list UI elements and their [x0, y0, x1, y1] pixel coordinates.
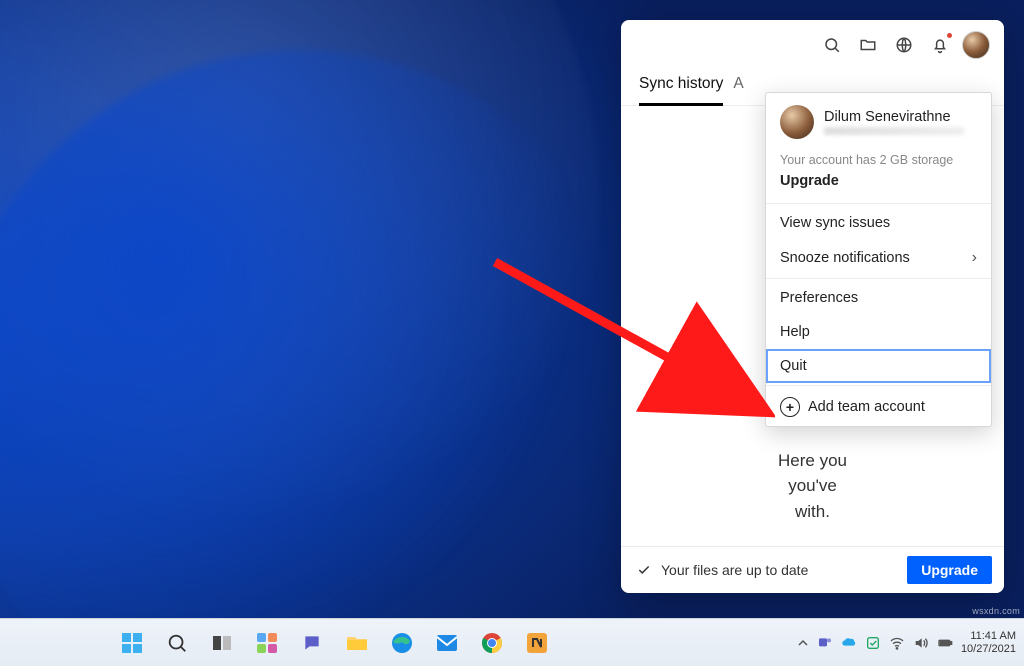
menu-divider — [766, 203, 991, 204]
menu-view-sync-issues[interactable]: View sync issues — [766, 206, 991, 240]
security-tray-icon[interactable] — [865, 635, 881, 651]
globe-icon[interactable] — [888, 29, 920, 61]
widgets-button[interactable] — [245, 623, 289, 663]
menu-item-label: Snooze notifications — [780, 250, 910, 266]
panel-header — [621, 20, 1004, 69]
notification-dot — [947, 33, 952, 38]
plus-circle-icon: + — [780, 397, 800, 417]
bell-icon[interactable] — [924, 29, 956, 61]
battery-icon[interactable] — [937, 635, 953, 651]
body-text-3: with. — [795, 502, 830, 521]
account-menu: Dilum Senevirathne Your account has 2 GB… — [765, 92, 992, 427]
upgrade-link[interactable]: Upgrade — [766, 169, 991, 201]
clock-time: 11:41 AM — [961, 630, 1016, 643]
body-text-1: Here you — [778, 451, 847, 470]
chrome-button[interactable] — [470, 623, 514, 663]
taskbar-search-button[interactable] — [155, 623, 199, 663]
edge-button[interactable] — [380, 623, 424, 663]
chat-button[interactable] — [290, 623, 334, 663]
avatar — [780, 105, 814, 139]
chevron-right-icon: › — [972, 249, 977, 267]
wifi-icon[interactable] — [889, 635, 905, 651]
menu-divider — [766, 385, 991, 386]
sync-status-text: Your files are up to date — [661, 562, 808, 578]
account-avatar-button[interactable] — [960, 29, 992, 61]
menu-help[interactable]: Help — [766, 315, 991, 349]
tray-chevron-up-icon[interactable] — [797, 637, 809, 649]
body-text-2: you've — [788, 476, 837, 495]
menu-item-label: Add team account — [808, 399, 925, 415]
taskbar-app-button[interactable] — [515, 623, 559, 663]
mail-button[interactable] — [425, 623, 469, 663]
volume-icon[interactable] — [913, 635, 929, 651]
taskbar-clock[interactable]: 11:41 AM 10/27/2021 — [961, 630, 1016, 655]
menu-divider — [766, 278, 991, 279]
avatar — [962, 31, 990, 59]
clock-date: 10/27/2021 — [961, 643, 1016, 656]
teams-tray-icon[interactable] — [817, 635, 833, 651]
taskbar: 11:41 AM 10/27/2021 — [0, 618, 1024, 666]
upgrade-button[interactable]: Upgrade — [907, 556, 992, 584]
task-view-button[interactable] — [200, 623, 244, 663]
tab-second[interactable]: A — [733, 71, 743, 105]
menu-add-team-account[interactable]: + Add team account — [766, 388, 991, 426]
menu-preferences[interactable]: Preferences — [766, 281, 991, 315]
sync-status: Your files are up to date — [637, 562, 808, 578]
menu-snooze-notifications[interactable]: Snooze notifications › — [766, 240, 991, 276]
menu-quit[interactable]: Quit — [766, 349, 991, 383]
search-icon[interactable] — [816, 29, 848, 61]
watermark: wsxdn.com — [972, 606, 1020, 616]
start-button[interactable] — [110, 623, 154, 663]
system-tray[interactable] — [797, 635, 953, 651]
menu-account-info: Dilum Senevirathne — [766, 93, 991, 149]
app-panel: Sync history A Here you you've with. You… — [621, 20, 1004, 593]
storage-info: Your account has 2 GB storage — [766, 149, 991, 169]
account-email-redacted — [824, 127, 964, 135]
folder-icon[interactable] — [852, 29, 884, 61]
account-name: Dilum Senevirathne — [824, 109, 964, 125]
tab-sync-history[interactable]: Sync history — [639, 71, 723, 105]
onedrive-tray-icon[interactable] — [841, 635, 857, 651]
file-explorer-button[interactable] — [335, 623, 379, 663]
panel-footer: Your files are up to date Upgrade — [621, 546, 1004, 593]
